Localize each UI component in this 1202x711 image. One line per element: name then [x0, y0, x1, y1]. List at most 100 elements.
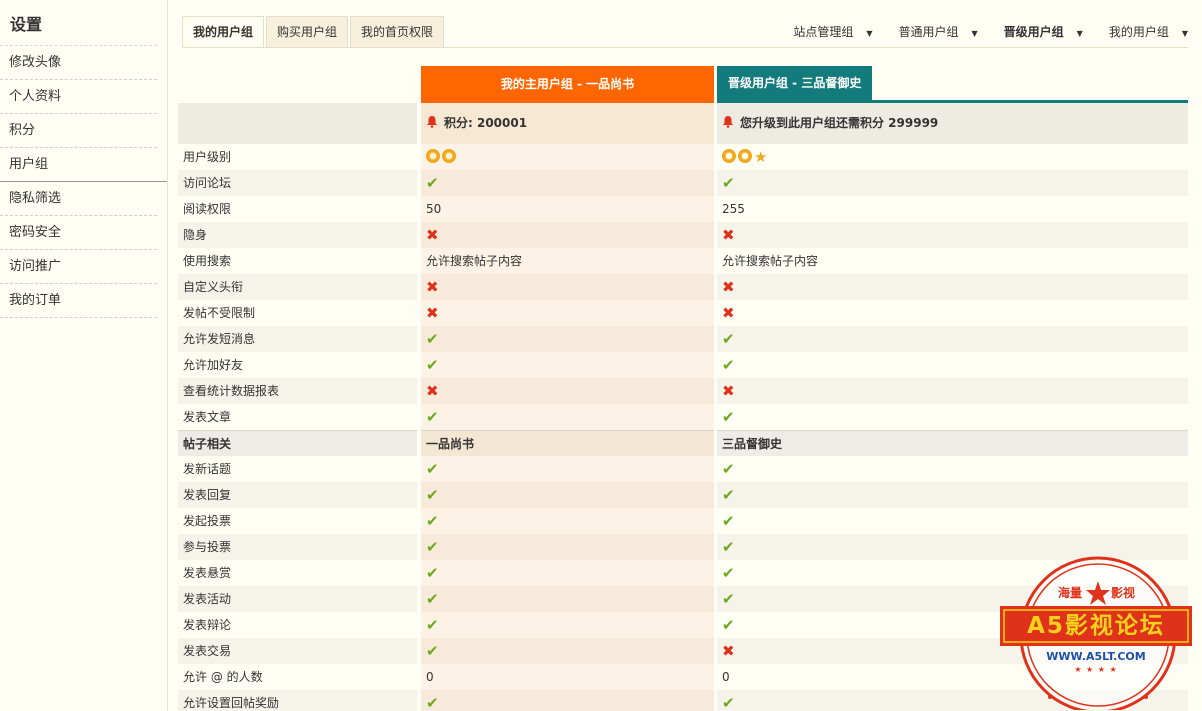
tab-1[interactable]: 购买用户组 — [266, 16, 349, 47]
current-group-value: ✖ — [421, 222, 714, 248]
check-icon: ✔ — [722, 564, 735, 582]
current-group-value: ✔ — [421, 638, 714, 664]
check-icon: ✔ — [426, 486, 439, 504]
table-row: 访问论坛 ✔ ✔ — [178, 170, 1188, 196]
permission-label: 发表悬赏 — [183, 566, 232, 580]
cross-icon: ✖ — [426, 382, 439, 400]
permission-label: 访问论坛 — [178, 170, 417, 196]
stamp-main-text: A5影视论坛 — [1027, 613, 1165, 639]
cell-value: 0 — [722, 670, 730, 684]
section-header-row: 帖子相关 一品尚书 三品督御史 — [178, 430, 1188, 456]
permission-label: 发表回复 — [178, 482, 417, 508]
bell-icon — [722, 115, 734, 128]
cross-icon: ✖ — [722, 278, 735, 296]
stamp-text-right: 影视 — [1111, 586, 1136, 600]
current-group-value: ✔ — [421, 352, 714, 378]
next-group-value: ✔ — [717, 482, 1188, 508]
group-switcher: 站点管理组 ▼ 普通用户组 ▼ 晋级用户组 ▼ 我的用户组 ▼ — [767, 16, 1188, 47]
gear-level-icon — [442, 149, 456, 163]
table-row: 允许发短消息 ✔ ✔ — [178, 326, 1188, 352]
gear-level-icon — [738, 149, 752, 163]
permission-label: 允许 @ 的人数 — [183, 670, 263, 684]
current-score-text: 积分: 200001 — [444, 116, 528, 130]
group-dropdown-label: 晋级用户组 — [1003, 25, 1064, 39]
sidebar-title: 设置 — [0, 0, 157, 46]
check-icon: ✔ — [722, 356, 735, 374]
current-group-value: 一品尚书 — [421, 430, 714, 456]
group-dropdown[interactable]: 站点管理组 ▼ — [793, 23, 872, 40]
permission-label: 发表交易 — [178, 638, 417, 664]
current-group-value: ✔ — [421, 170, 714, 196]
score-label-blank — [178, 103, 417, 144]
permission-label: 用户级别 — [183, 150, 232, 164]
table-row: 发新话题 ✔ ✔ — [178, 456, 1188, 482]
cell-value: 允许搜索帖子内容 — [722, 254, 819, 268]
table-row: 使用搜索 允许搜索帖子内容 允许搜索帖子内容 — [178, 248, 1188, 274]
permission-label: 允许发短消息 — [178, 326, 417, 352]
group-dropdown-label: 普通用户组 — [898, 25, 959, 39]
check-icon: ✔ — [722, 174, 735, 192]
current-group-header: 我的主用户组 - 一品尚书 — [421, 66, 714, 103]
caret-down-icon: ▼ — [1076, 29, 1083, 38]
permission-label: 发新话题 — [183, 462, 232, 476]
check-icon: ✔ — [426, 590, 439, 608]
sidebar-item[interactable]: 修改头像 — [0, 46, 157, 80]
next-group-value: ✖ — [717, 274, 1188, 300]
cross-icon: ✖ — [426, 278, 439, 296]
group-dropdown[interactable]: 我的用户组 ▼ — [1109, 23, 1188, 40]
cell-value: 0 — [426, 670, 434, 684]
sidebar-item[interactable]: 密码安全 — [0, 216, 157, 250]
cell-value: 50 — [426, 202, 442, 216]
table-row: 查看统计数据报表 ✖ ✖ — [178, 378, 1188, 404]
table-row: 发表文章 ✔ ✔ — [178, 404, 1188, 430]
permission-label: 允许设置回帖奖励 — [178, 690, 417, 711]
next-group-value: ★ — [717, 144, 1188, 170]
next-group-value: ✔ — [717, 170, 1188, 196]
permission-label: 发起投票 — [183, 514, 232, 528]
sidebar-item[interactable]: 访问推广 — [0, 250, 157, 284]
group-dropdown[interactable]: 晋级用户组 ▼ — [1004, 23, 1083, 40]
current-group-value: ✔ — [421, 612, 714, 638]
next-group-value: 三品督御史 — [717, 430, 1188, 456]
permission-label: 自定义头衔 — [178, 274, 417, 300]
sidebar-item[interactable]: 我的订单 — [0, 284, 157, 318]
caret-down-icon: ▼ — [1181, 29, 1188, 38]
cross-icon: ✖ — [722, 304, 735, 322]
a5-forum-stamp-logo: 海量 影视 A5影视论坛 WWW.A5LT.COM ★ ★ ★ ★ — [998, 550, 1194, 711]
check-icon: ✔ — [722, 460, 735, 478]
next-group-value: ✔ — [717, 352, 1188, 378]
current-group-value: 允许搜索帖子内容 — [421, 248, 714, 274]
sidebar-item[interactable]: 隐私筛选 — [0, 182, 157, 216]
table-header-row: 我的主用户组 - 一品尚书 晋级用户组 - 三品督御史 — [178, 66, 1188, 103]
permission-label: 允许加好友 — [183, 358, 244, 372]
check-icon: ✔ — [426, 356, 439, 374]
permission-label: 隐身 — [178, 222, 417, 248]
current-group-value: ✔ — [421, 326, 714, 352]
tab-2[interactable]: 我的首页权限 — [350, 16, 445, 47]
tab-0[interactable]: 我的用户组 — [182, 16, 265, 48]
usergroup-tabs: 我的用户组 购买用户组 我的首页权限 — [182, 16, 446, 48]
sidebar-item[interactable]: 积分 — [0, 114, 157, 148]
cross-icon: ✖ — [426, 226, 439, 244]
check-icon: ✔ — [426, 460, 439, 478]
permission-label: 阅读权限 — [183, 202, 232, 216]
next-group-value: ✖ — [717, 222, 1188, 248]
check-icon: ✔ — [722, 486, 735, 504]
cross-icon: ✖ — [722, 382, 735, 400]
check-icon: ✔ — [426, 694, 439, 711]
group-dropdown-label: 我的用户组 — [1108, 25, 1169, 39]
sidebar-item[interactable]: 用户组 — [0, 148, 167, 182]
current-group-value: ✔ — [421, 482, 714, 508]
group-dropdown[interactable]: 普通用户组 ▼ — [898, 23, 977, 40]
stamp-text-left: 海量 — [1058, 586, 1083, 600]
current-group-value: ✔ — [421, 404, 714, 430]
sidebar-item[interactable]: 个人资料 — [0, 80, 157, 114]
required-score-text: 您升级到此用户组还需积分 299999 — [740, 116, 939, 130]
required-score-cell: 您升级到此用户组还需积分 299999 — [717, 103, 1188, 144]
gear-level-icon — [426, 149, 440, 163]
next-group-value: ✔ — [717, 508, 1188, 534]
current-group-value: ✔ — [421, 560, 714, 586]
check-icon: ✔ — [722, 330, 735, 348]
current-group-value: 50 — [421, 196, 714, 222]
next-group-header-cell: 晋级用户组 - 三品督御史 — [717, 66, 1188, 103]
